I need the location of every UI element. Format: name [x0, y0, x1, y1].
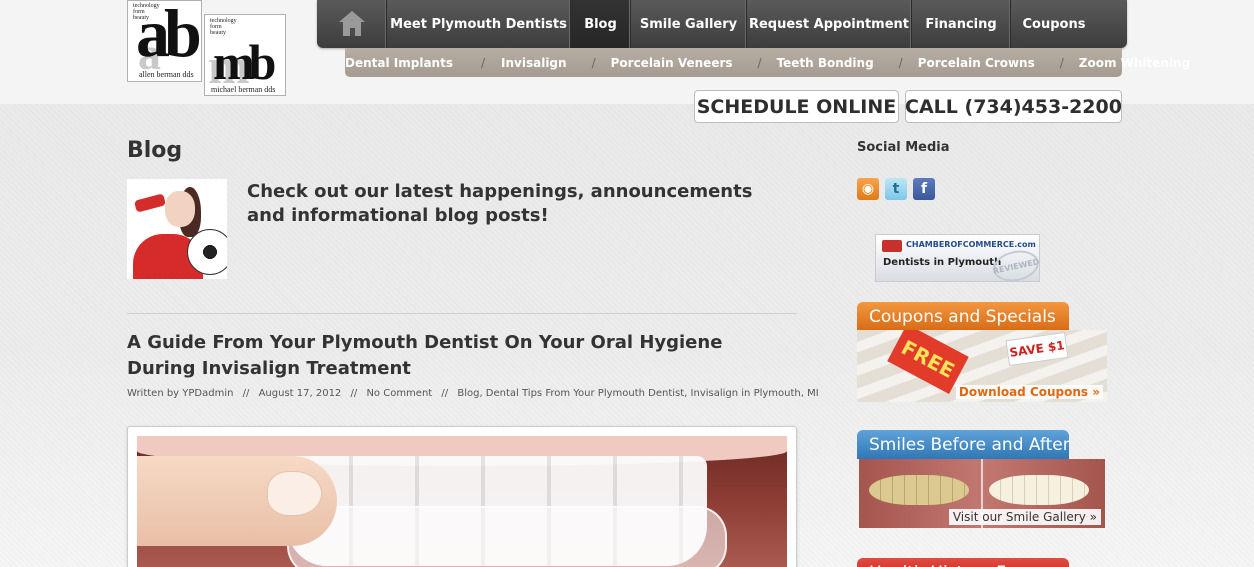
chamber-label: Dentists in Plymouth — [883, 257, 1002, 268]
site-logo[interactable]: technology form beauty a ab allen berman… — [127, 0, 287, 96]
home-icon — [338, 11, 365, 37]
coupons-banner[interactable]: FREE SAVE $1 Download Coupons » — [857, 330, 1107, 402]
soccer-ball-icon — [187, 229, 227, 275]
coupons-specials-heading[interactable]: Coupons and Specials — [857, 302, 1069, 331]
before-smile-image — [869, 475, 969, 505]
health-history-heading[interactable]: Health History Form — [857, 558, 1069, 567]
page-title: Blog — [127, 138, 183, 163]
subnav-porcelain-veneers[interactable]: Porcelain Veneers — [611, 56, 733, 70]
nav-meet-plymouth-dentists[interactable]: Meet Plymouth Dentists — [387, 0, 571, 48]
nav-financing[interactable]: Financing — [912, 0, 1011, 48]
social-media-heading: Social Media — [857, 140, 950, 155]
rss-icon[interactable]: ◉ — [857, 178, 879, 200]
after-smile-image — [989, 475, 1089, 505]
nav-blog[interactable]: Blog — [571, 0, 631, 48]
subnav-separator: / — [591, 55, 596, 70]
schedule-online-button[interactable]: SCHEDULE ONLINE — [694, 90, 899, 123]
subnav-teeth-bonding[interactable]: Teeth Bonding — [777, 56, 874, 70]
subnav-separator: / — [1059, 55, 1064, 70]
chamber-logo-icon — [882, 240, 902, 252]
logo-name: allen berman dds — [139, 70, 194, 79]
meta-separator: // — [350, 388, 358, 399]
intro-image — [127, 179, 227, 279]
subnav-invisalign[interactable]: Invisalign — [501, 56, 567, 70]
post-meta: Written by YPDadmin // August 17, 2012 /… — [127, 388, 819, 399]
chamber-brand: CHAMBEROFCOMMERCE.com — [906, 240, 1036, 249]
nav-request-appointment[interactable]: Request Appointment — [747, 0, 912, 48]
meta-separator: // — [441, 388, 449, 399]
logo-michael-berman: technology form beauty m mb michael berm… — [204, 14, 286, 96]
subnav-separator: / — [898, 55, 903, 70]
nav-coupons[interactable]: Coupons — [1011, 0, 1097, 48]
download-coupons-link[interactable]: Download Coupons » — [955, 385, 1103, 399]
logo-allen-berman: technology form beauty a ab allen berman… — [127, 0, 202, 82]
save-coupon-graphic: SAVE $1 — [1005, 331, 1069, 367]
subnav-dental-implants[interactable]: Dental Implants — [345, 56, 453, 70]
twitter-icon[interactable]: t — [885, 178, 907, 200]
post-featured-image-frame — [127, 426, 797, 567]
divider — [127, 313, 797, 314]
post-date: August 17, 2012 — [258, 388, 342, 399]
subnav-porcelain-crowns[interactable]: Porcelain Crowns — [918, 56, 1035, 70]
smiles-before-after-heading[interactable]: Smiles Before and After — [857, 430, 1070, 459]
post-featured-image[interactable] — [137, 436, 787, 567]
post-author[interactable]: Written by YPDadmin — [127, 388, 233, 399]
subnav-separator: / — [480, 55, 486, 70]
post-comments-link[interactable]: No Comment — [366, 388, 432, 399]
facebook-icon[interactable]: f — [913, 178, 935, 200]
meta-separator: // — [242, 388, 250, 399]
visit-smile-gallery-link[interactable]: Visit our Smile Gallery » — [948, 509, 1101, 525]
logo-letters: ab — [136, 0, 202, 71]
post-categories[interactable]: Blog, Dental Tips From Your Plymouth Den… — [457, 388, 818, 399]
smile-gallery-banner[interactable]: Visit our Smile Gallery » — [859, 459, 1105, 528]
post-title-link[interactable]: A Guide From Your Plymouth Dentist On Yo… — [127, 330, 787, 382]
main-navigation: Meet Plymouth Dentists Blog Smile Galler… — [317, 0, 1127, 48]
chamber-of-commerce-badge[interactable]: CHAMBEROFCOMMERCE.com Dentists in Plymou… — [875, 234, 1042, 286]
logo-letters: mb — [213, 34, 277, 90]
subnav-separator: / — [757, 55, 762, 70]
sub-navigation: Dental Implants / Invisalign / Porcelain… — [345, 48, 1190, 77]
nav-smile-gallery[interactable]: Smile Gallery — [631, 0, 747, 48]
nav-home[interactable] — [317, 0, 387, 48]
subnav-zoom-whitening[interactable]: Zoom Whitening — [1079, 56, 1190, 70]
reviewed-stamp: REVIEWED — [990, 246, 1042, 286]
intro-text: Check out our latest happenings, announc… — [247, 181, 753, 226]
call-phone-button[interactable]: CALL (734)453-2200 — [905, 90, 1122, 123]
logo-name: michael berman dds — [211, 85, 276, 94]
